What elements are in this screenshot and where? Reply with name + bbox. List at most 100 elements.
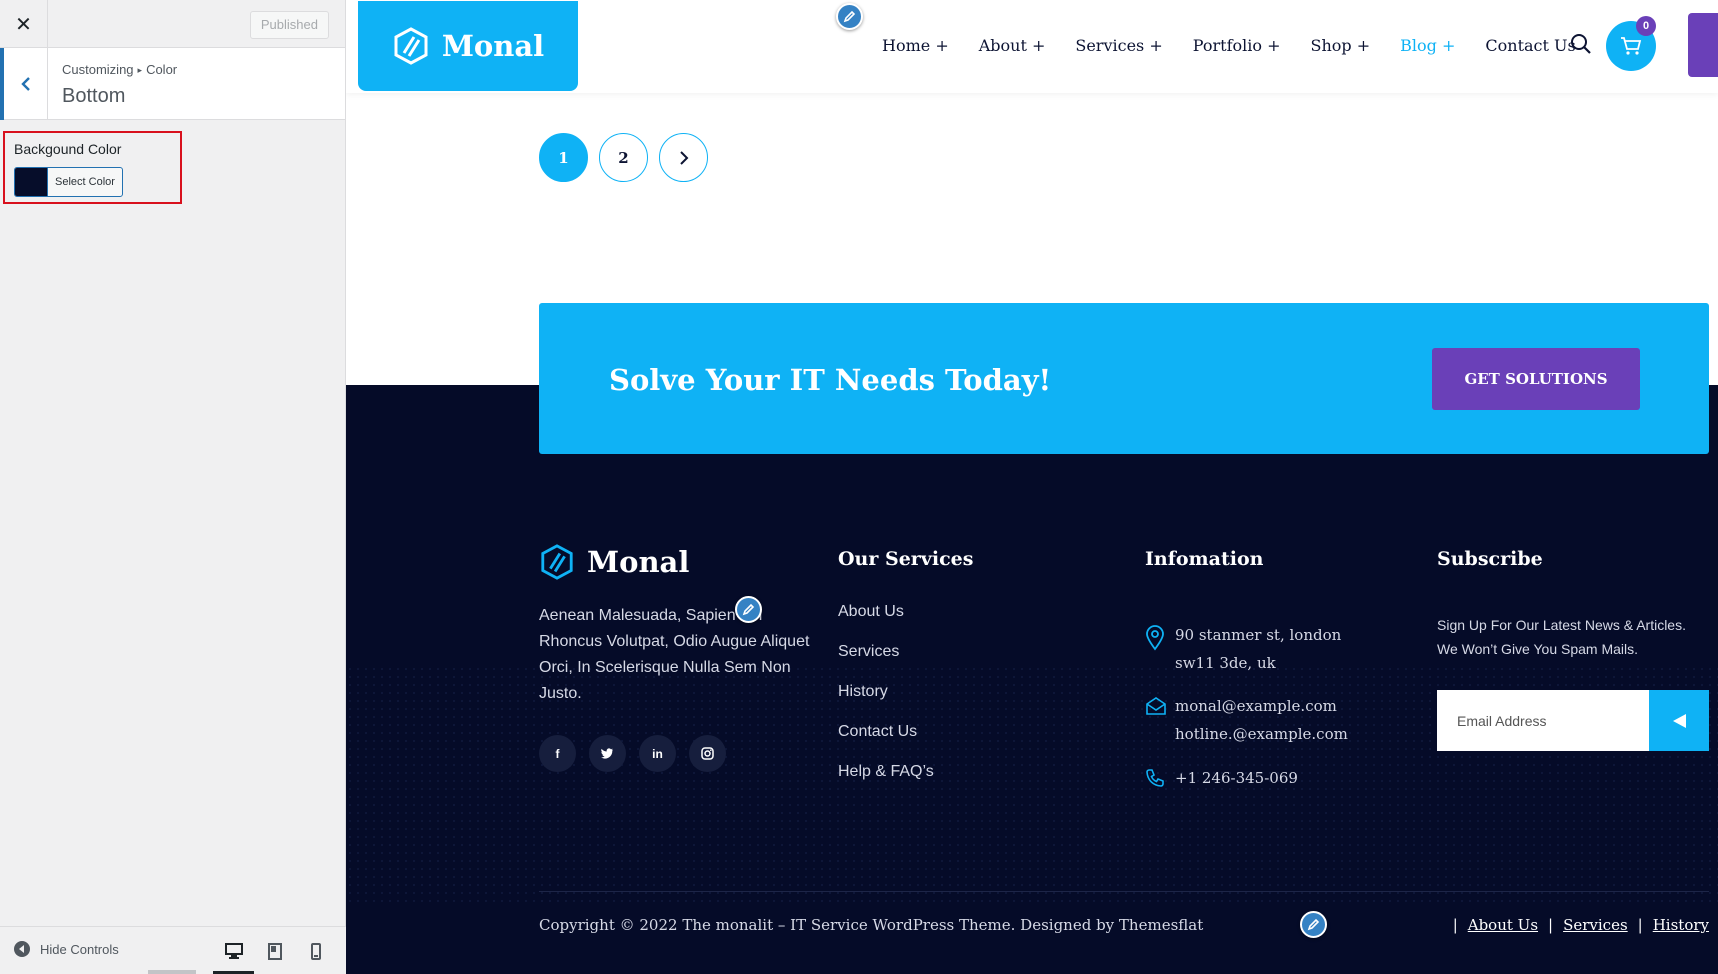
nav-item-about[interactable]: About +: [979, 36, 1046, 55]
pencil-icon: [843, 10, 856, 23]
phone-number[interactable]: +1 246-345-069: [1175, 764, 1298, 797]
footer-divider: [539, 891, 1709, 892]
close-customizer-button[interactable]: ✕: [0, 0, 48, 48]
info-heading: Infomation: [1145, 548, 1264, 570]
info-email: monal@example.com hotline.@example.com: [1145, 692, 1348, 748]
footer-link-contact[interactable]: Contact Us: [838, 723, 934, 763]
mail-icon: [1145, 692, 1166, 748]
location-pin-icon: [1145, 621, 1165, 677]
pagination: 1 2: [539, 133, 708, 182]
cta-banner: Solve Your IT Needs Today! GET SOLUTIONS: [539, 303, 1709, 454]
bottom-links: | About Us | Services | History: [1453, 916, 1709, 934]
subscribe-heading: Subscribe: [1437, 548, 1543, 570]
instagram-icon[interactable]: [689, 735, 726, 772]
email-input[interactable]: [1437, 690, 1649, 751]
subscribe-form: [1437, 690, 1709, 751]
preview-tablet-button[interactable]: [254, 927, 295, 974]
cart-icon: [1621, 37, 1642, 55]
page-1-button[interactable]: 1: [539, 133, 588, 182]
address-line-2: sw11 3de, uk: [1175, 654, 1276, 672]
logo-mark-icon: [394, 27, 428, 65]
site-preview: Monal Home + About + Services + Portfoli…: [346, 0, 1718, 974]
main-nav: Home + About + Services + Portfolio + Sh…: [882, 36, 1576, 55]
nav-item-contact[interactable]: Contact Us: [1485, 36, 1575, 55]
edit-shortcut-footer[interactable]: [735, 596, 762, 623]
logo-mark-icon: [541, 544, 573, 580]
background-color-label: Backgound Color: [14, 141, 122, 157]
email-primary[interactable]: monal@example.com: [1175, 692, 1348, 720]
device-preview-toggles: [213, 927, 336, 974]
info-phone: +1 246-345-069: [1145, 764, 1298, 797]
select-color-button[interactable]: Select Color: [14, 167, 123, 197]
customizer-topbar: ✕ Published: [0, 0, 345, 48]
color-swatch[interactable]: [15, 168, 47, 196]
nav-item-home[interactable]: Home +: [882, 36, 949, 55]
subscribe-submit-button[interactable]: [1649, 690, 1709, 751]
customizer-sidebar: ✕ Published Customizing ▸ Color Bottom Bac…: [0, 0, 346, 974]
email-hotline[interactable]: hotline.@example.com: [1175, 720, 1348, 748]
section-title: Bottom: [62, 85, 126, 107]
cta-title: Solve Your IT Needs Today!: [609, 363, 1052, 397]
hide-controls-label: Hide Controls: [40, 941, 119, 957]
pencil-icon: [742, 603, 755, 616]
phone-icon: [1145, 764, 1165, 797]
collapse-icon: [14, 941, 30, 957]
services-list: About Us Services History Contact Us Hel…: [838, 603, 934, 803]
send-icon: [1673, 713, 1686, 728]
header-menu-button[interactable]: [1688, 13, 1718, 77]
mobile-icon: [310, 942, 321, 960]
nav-item-portfolio[interactable]: Portfolio +: [1193, 36, 1281, 55]
chevron-left-icon: [20, 77, 30, 91]
select-color-label: Select Color: [47, 168, 122, 196]
nav-item-blog[interactable]: Blog +: [1400, 36, 1455, 55]
edit-shortcut-bottom[interactable]: [1300, 911, 1327, 938]
linkedin-icon[interactable]: in: [639, 735, 676, 772]
next-page-button[interactable]: [659, 133, 708, 182]
background-color-control: Backgound Color Select Color: [3, 131, 182, 204]
close-icon: ✕: [15, 12, 32, 36]
cart-count-badge: 0: [1636, 16, 1656, 36]
nav-item-shop[interactable]: Shop +: [1311, 36, 1371, 55]
preview-mobile-button[interactable]: [295, 927, 336, 974]
pencil-icon: [1307, 918, 1320, 931]
section-header: Customizing ▸ Color Bottom: [0, 48, 345, 120]
get-solutions-button[interactable]: GET SOLUTIONS: [1432, 348, 1640, 410]
link-separator: |: [1452, 916, 1458, 934]
copyright-text: Copyright © 2022 The monalit – IT Servic…: [539, 916, 1204, 934]
page-2-button[interactable]: 2: [599, 133, 648, 182]
sidebar-scrollbar[interactable]: [148, 970, 196, 974]
breadcrumb-section: Color: [146, 62, 178, 77]
site-header: Monal Home + About + Services + Portfoli…: [346, 0, 1718, 93]
nav-item-services[interactable]: Services +: [1075, 36, 1162, 55]
bottom-link-history[interactable]: History: [1653, 916, 1709, 934]
link-separator: |: [1548, 916, 1554, 934]
search-button[interactable]: [1570, 33, 1592, 59]
breadcrumb: Customizing ▸ Color: [62, 62, 177, 77]
social-links: f in: [539, 735, 726, 772]
address-line-1: 90 stanmer st, london: [1175, 626, 1342, 644]
footer-logo-text: Monal: [587, 545, 690, 579]
twitter-icon[interactable]: [589, 735, 626, 772]
logo-text: Monal: [441, 29, 545, 63]
desktop-icon: [224, 943, 243, 959]
preview-desktop-button[interactable]: [213, 927, 254, 974]
footer-link-services[interactable]: Services: [838, 643, 934, 683]
breadcrumb-root: Customizing: [62, 62, 134, 77]
footer-link-history[interactable]: History: [838, 683, 934, 723]
back-button[interactable]: [0, 48, 48, 120]
footer-link-about[interactable]: About Us: [838, 603, 934, 643]
edit-shortcut-header[interactable]: [836, 3, 863, 30]
site-logo[interactable]: Monal: [358, 1, 578, 91]
footer-logo[interactable]: Monal: [539, 543, 689, 581]
footer-link-faq[interactable]: Help & FAQ’s: [838, 763, 934, 803]
chevron-right-icon: [679, 150, 688, 165]
services-column: Our Services: [838, 548, 973, 570]
hide-controls-button[interactable]: Hide Controls: [14, 941, 119, 957]
bottom-link-about[interactable]: About Us: [1468, 916, 1538, 934]
subscribe-column: Subscribe: [1437, 548, 1543, 570]
bottom-link-services[interactable]: Services: [1563, 916, 1628, 934]
published-button[interactable]: Published: [249, 11, 329, 39]
customizer-footer: Hide Controls: [0, 926, 346, 974]
facebook-icon[interactable]: f: [539, 735, 576, 772]
subscribe-text: Sign Up For Our Latest News & Articles. …: [1437, 617, 1686, 657]
